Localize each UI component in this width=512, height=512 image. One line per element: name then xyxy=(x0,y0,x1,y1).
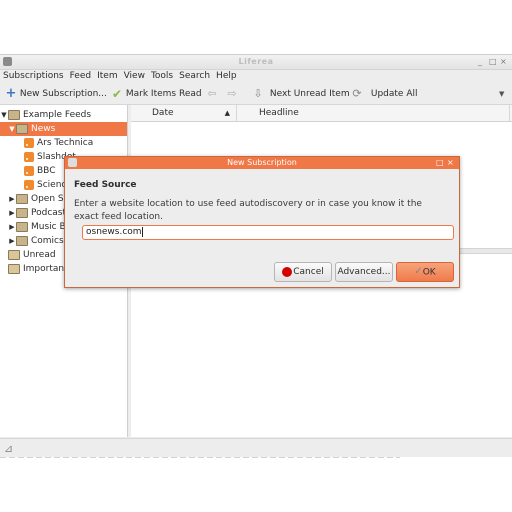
ok-button[interactable]: ✓OK xyxy=(396,262,454,282)
tree-item-label: BBC xyxy=(37,166,56,176)
menu-bar: Subscriptions Feed Item View Tools Search Help xyxy=(0,69,512,83)
tree-item-label: Example Feeds xyxy=(23,110,92,120)
sort-ascending-icon: ▲ xyxy=(224,109,230,117)
tree-item-example-feeds[interactable]: ▼ Example Feeds xyxy=(0,108,127,122)
tree-item-label: News xyxy=(31,124,56,134)
cancel-label: Cancel xyxy=(293,267,324,277)
expander-icon[interactable]: ▼ xyxy=(8,122,16,136)
expander-icon[interactable]: ▶ xyxy=(8,234,16,248)
tree-item-label: Ars Technica xyxy=(37,138,94,148)
arrow-down-icon: ⇩ xyxy=(253,86,263,100)
cancel-icon xyxy=(282,266,293,277)
tree-item-label: Important xyxy=(23,264,68,274)
forward-button[interactable]: ⇨ xyxy=(226,87,238,101)
arrow-left-icon: ⇦ xyxy=(207,86,217,100)
tree-item-label: Unread xyxy=(23,250,56,260)
new-subscription-dialog: New Subscription □ × Feed Source Enter a… xyxy=(64,156,460,288)
folder-icon xyxy=(16,207,28,218)
checkmark-icon: ✔ xyxy=(111,86,123,101)
menu-feed[interactable]: Feed xyxy=(67,69,94,83)
menu-help[interactable]: Help xyxy=(213,69,240,83)
title-bar[interactable]: Liferea _ □ × xyxy=(0,55,512,70)
expander-icon[interactable]: ▼ xyxy=(0,108,8,122)
menu-view[interactable]: View xyxy=(121,69,148,83)
tree-item-label: Comics xyxy=(31,236,64,246)
feed-source-heading: Feed Source xyxy=(74,180,137,190)
tree-item-news[interactable]: ▼ News xyxy=(0,122,127,136)
back-button[interactable]: ⇦ xyxy=(206,87,218,101)
toolbar-overflow-button[interactable]: ▼ xyxy=(499,87,504,101)
partial-window-edge xyxy=(0,456,400,460)
ok-label: OK xyxy=(422,267,436,278)
window-title: Liferea xyxy=(238,57,274,66)
next-unread-label: Next Unread Item xyxy=(269,89,350,99)
folder-icon xyxy=(16,235,28,246)
expander-icon[interactable]: ▶ xyxy=(8,220,16,234)
next-unread-button[interactable]: ⇩ Next Unread Item xyxy=(252,86,350,101)
update-all-button[interactable]: ⟳ Update All xyxy=(351,86,418,101)
dialog-close-button[interactable]: × xyxy=(447,158,454,167)
folder-icon xyxy=(16,123,28,134)
column-date[interactable]: Date ▲ xyxy=(131,105,237,121)
rss-icon xyxy=(24,179,34,190)
toolbar: + New Subscription... ✔ Mark Items Read … xyxy=(0,84,512,105)
expander-icon[interactable]: ▶ xyxy=(8,192,16,206)
dialog-title-bar[interactable]: New Subscription □ × xyxy=(65,157,459,169)
search-folder-icon xyxy=(8,249,20,260)
mark-items-read-label: Mark Items Read xyxy=(125,89,202,99)
new-subscription-label: New Subscription... xyxy=(19,89,107,99)
advanced-button[interactable]: Advanced... xyxy=(335,262,393,282)
cancel-button[interactable]: Cancel xyxy=(274,262,332,282)
column-headline[interactable]: Headline xyxy=(237,105,510,121)
mark-items-read-button[interactable]: ✔ Mark Items Read xyxy=(111,87,202,101)
ok-icon: ✓ xyxy=(414,266,423,277)
minimize-button[interactable]: _ xyxy=(478,57,482,66)
folder-icon xyxy=(16,221,28,232)
update-all-label: Update All xyxy=(370,89,418,99)
feed-url-value: osnews.com xyxy=(86,227,142,237)
arrow-right-icon: ⇨ xyxy=(227,86,237,100)
column-date-label: Date xyxy=(152,108,174,118)
plus-icon: + xyxy=(5,85,17,101)
dialog-maximize-button[interactable]: □ xyxy=(436,158,444,167)
status-bar: ⊿ xyxy=(0,438,512,457)
online-status-icon[interactable]: ⊿ xyxy=(4,442,13,455)
rss-icon xyxy=(24,137,34,148)
expander-icon[interactable]: ▶ xyxy=(8,206,16,220)
folder-icon xyxy=(16,193,28,204)
menu-subscriptions[interactable]: Subscriptions xyxy=(0,69,67,83)
menu-tools[interactable]: Tools xyxy=(148,69,176,83)
menu-search[interactable]: Search xyxy=(176,69,213,83)
menu-item[interactable]: Item xyxy=(94,69,121,83)
new-subscription-button[interactable]: + New Subscription... xyxy=(5,87,107,101)
rss-icon xyxy=(24,151,34,162)
advanced-label: Advanced... xyxy=(337,267,391,277)
close-button[interactable]: × xyxy=(500,57,507,66)
maximize-button[interactable]: □ xyxy=(489,57,497,66)
folder-icon xyxy=(8,109,20,120)
column-headline-label: Headline xyxy=(259,108,299,118)
rss-icon xyxy=(24,165,34,176)
feed-url-input[interactable]: osnews.com xyxy=(82,225,454,240)
dialog-title: New Subscription xyxy=(227,158,297,167)
tree-item-ars-technica[interactable]: Ars Technica xyxy=(0,136,127,150)
search-folder-icon xyxy=(8,263,20,274)
feed-source-description: Enter a website location to use feed aut… xyxy=(74,199,422,222)
refresh-icon: ⟳ xyxy=(352,86,362,100)
item-list-header: Date ▲ Headline xyxy=(131,105,512,122)
